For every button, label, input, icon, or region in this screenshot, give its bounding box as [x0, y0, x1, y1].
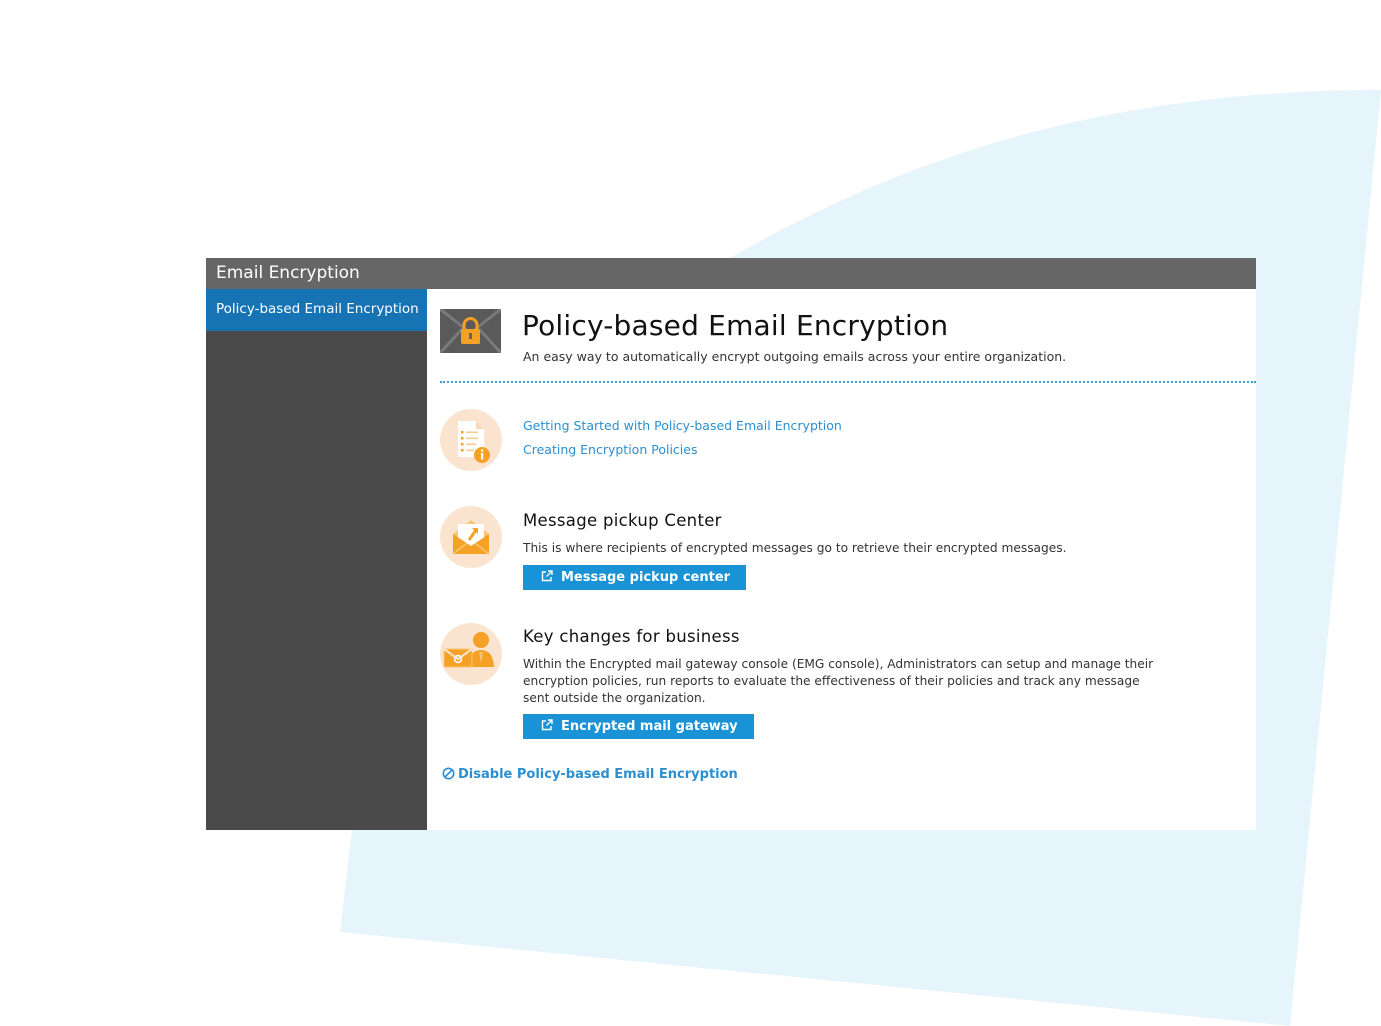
encrypted-mail-gateway-label: Encrypted mail gateway — [561, 719, 738, 734]
pickup-description: This is where recipients of encrypted me… — [523, 541, 1067, 555]
page-subtitle: An easy way to automatically encrypt out… — [523, 349, 1067, 364]
sidebar-item-policy-based-email-encryption[interactable]: Policy-based Email Encryption — [206, 289, 427, 331]
disable-icon — [442, 767, 455, 780]
link-getting-started[interactable]: Getting Started with Policy-based Email … — [523, 418, 842, 433]
business-description: Within the Encrypted mail gateway consol… — [523, 657, 1154, 705]
message-pickup-center-button[interactable]: Message pickup center — [523, 565, 747, 590]
link-creating-encryption-policies[interactable]: Creating Encryption Policies — [523, 442, 697, 457]
user-envelope-icon — [440, 623, 502, 685]
sidebar-item-label: Policy-based Email Encryption — [216, 301, 419, 317]
locked-envelope-icon — [440, 309, 501, 353]
encrypted-mail-gateway-button[interactable]: Encrypted mail gateway — [523, 714, 754, 739]
external-link-icon — [541, 719, 553, 731]
business-title: Key changes for business — [523, 627, 740, 646]
window-body: Policy-based Email Encryption Policy-bas… — [206, 289, 1256, 830]
disable-encryption-link[interactable]: Disable Policy-based Email Encryption — [442, 767, 738, 782]
message-pickup-center-label: Message pickup center — [561, 570, 731, 585]
email-encryption-window: Email Encryption Policy-based Email Encr… — [206, 258, 1256, 830]
disable-encryption-label: Disable Policy-based Email Encryption — [458, 767, 738, 782]
document-info-icon — [440, 409, 502, 471]
open-envelope-icon — [440, 506, 502, 568]
external-link-icon — [541, 570, 553, 582]
section-divider — [440, 381, 1256, 383]
pickup-title: Message pickup Center — [523, 511, 722, 530]
main-content: Policy-based Email Encryption An easy wa… — [427, 289, 1256, 830]
page-title: Policy-based Email Encryption — [522, 309, 949, 342]
sidebar: Policy-based Email Encryption — [206, 289, 427, 830]
window-title: Email Encryption — [206, 258, 1256, 289]
